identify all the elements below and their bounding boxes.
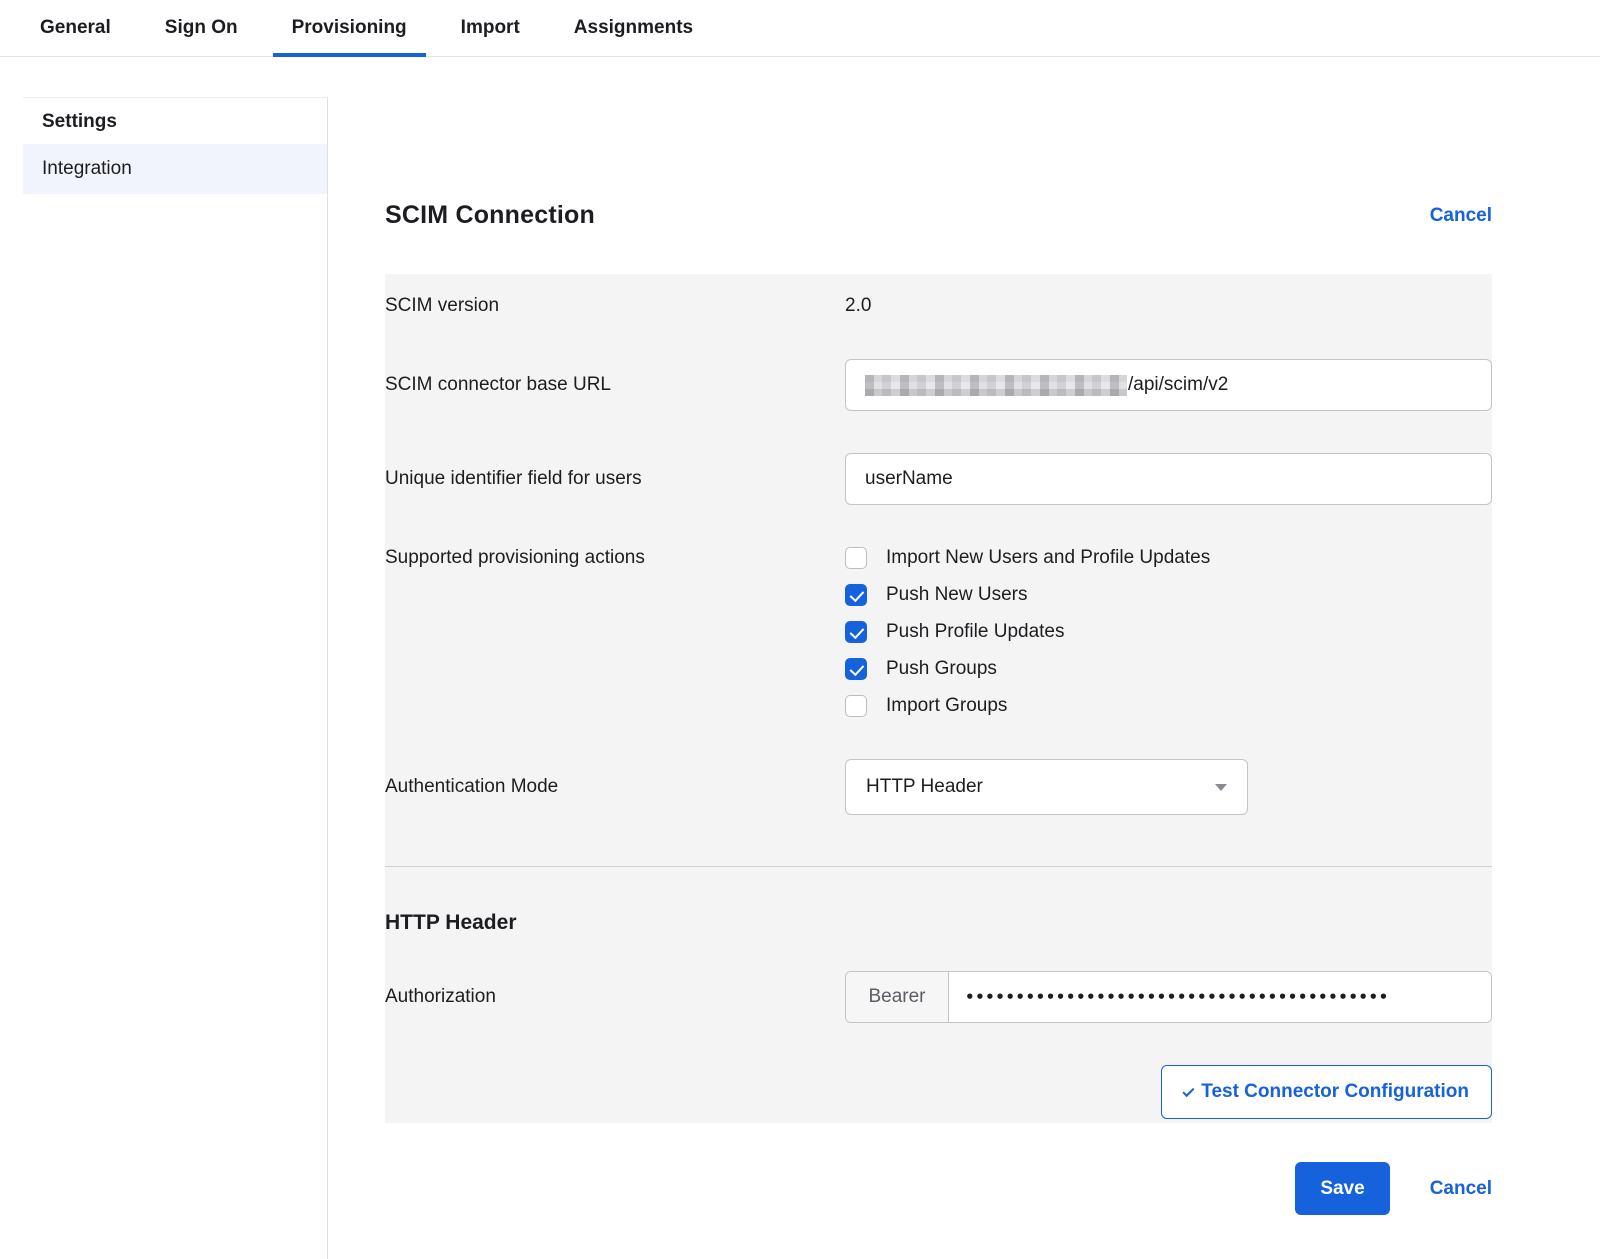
- content-area: Settings Integration SCIM Connection Can…: [0, 57, 1600, 1259]
- authentication-mode-select[interactable]: HTTP Header: [845, 759, 1248, 815]
- page-title: SCIM Connection: [385, 201, 595, 229]
- unique-identifier-label: Unique identifier field for users: [385, 468, 642, 489]
- bearer-prefix: Bearer: [846, 972, 949, 1022]
- scim-version-row: SCIM version 2.0: [385, 274, 1492, 338]
- authentication-mode-label: Authentication Mode: [385, 776, 559, 797]
- checkbox-label: Push Groups: [886, 658, 997, 679]
- check-icon: [1182, 1084, 1195, 1097]
- checkbox-import-groups[interactable]: Import Groups: [845, 695, 1492, 717]
- base-url-input[interactable]: /api/scim/v2: [845, 359, 1492, 411]
- authorization-token-input[interactable]: [949, 972, 1491, 1022]
- sidebar-heading: Settings: [42, 111, 117, 132]
- http-header-title: HTTP Header: [385, 911, 517, 934]
- authorization-label: Authorization: [385, 986, 496, 1007]
- test-connector-label: Test Connector Configuration: [1201, 1081, 1469, 1102]
- scim-connection-panel: SCIM version 2.0 SCIM connector base URL…: [385, 274, 1492, 1123]
- test-connector-button[interactable]: Test Connector Configuration: [1161, 1065, 1492, 1119]
- save-button[interactable]: Save: [1295, 1162, 1390, 1215]
- main-panel: SCIM Connection Cancel SCIM version 2.0 …: [328, 97, 1600, 1259]
- unique-identifier-row: Unique identifier field for users: [385, 432, 1492, 526]
- checkbox-label: Push Profile Updates: [886, 621, 1065, 642]
- checkbox-push-new-users[interactable]: Push New Users: [845, 584, 1492, 606]
- authorization-row: Authorization Bearer: [385, 947, 1492, 1044]
- provisioning-actions-list: Import New Users and Profile Updates Pus…: [845, 547, 1492, 717]
- authentication-mode-row: Authentication Mode HTTP Header: [385, 738, 1492, 836]
- provisioning-actions-row: Supported provisioning actions Import Ne…: [385, 526, 1492, 738]
- cancel-link-bottom[interactable]: Cancel: [1430, 1178, 1492, 1200]
- checkbox-import-new-users[interactable]: Import New Users and Profile Updates: [845, 547, 1492, 569]
- tab-sign-on[interactable]: Sign On: [146, 0, 257, 56]
- main-header: SCIM Connection Cancel: [385, 201, 1492, 230]
- checkbox-label: Push New Users: [886, 584, 1028, 605]
- sidebar: Settings Integration: [23, 97, 328, 1259]
- redacted-url-segment: [865, 374, 1127, 396]
- provisioning-actions-label: Supported provisioning actions: [385, 547, 645, 568]
- checkbox-icon: [845, 584, 867, 606]
- tab-provisioning[interactable]: Provisioning: [272, 0, 426, 57]
- app-tab-bar: General Sign On Provisioning Import Assi…: [0, 0, 1600, 57]
- checkbox-icon: [845, 547, 867, 569]
- checkbox-icon: [845, 695, 867, 717]
- http-header-section: HTTP Header Authorization Bearer Test Co…: [385, 866, 1492, 1121]
- base-url-suffix: /api/scim/v2: [1128, 374, 1229, 395]
- checkbox-label: Import Groups: [886, 695, 1008, 716]
- checkbox-push-groups[interactable]: Push Groups: [845, 658, 1492, 680]
- sidebar-item-integration[interactable]: Integration: [23, 144, 327, 194]
- chevron-down-icon: [1215, 783, 1227, 791]
- cancel-link-top[interactable]: Cancel: [1430, 205, 1492, 227]
- tab-assignments[interactable]: Assignments: [555, 0, 712, 56]
- base-url-row: SCIM connector base URL /api/scim/v2: [385, 338, 1492, 432]
- checkbox-label: Import New Users and Profile Updates: [886, 547, 1211, 568]
- scim-version-value: 2.0: [845, 295, 872, 316]
- checkbox-push-profile-updates[interactable]: Push Profile Updates: [845, 621, 1492, 643]
- checkbox-icon: [845, 621, 867, 643]
- tab-general[interactable]: General: [21, 0, 130, 56]
- tab-import[interactable]: Import: [442, 0, 539, 56]
- authorization-input-group: Bearer: [845, 971, 1492, 1023]
- scim-version-label: SCIM version: [385, 295, 500, 316]
- checkbox-icon: [845, 658, 867, 680]
- base-url-label: SCIM connector base URL: [385, 374, 611, 395]
- unique-identifier-input[interactable]: [845, 453, 1492, 505]
- form-footer: Save Cancel: [385, 1162, 1492, 1215]
- authentication-mode-value: HTTP Header: [866, 776, 983, 797]
- test-connector-row: Test Connector Configuration: [385, 1044, 1492, 1121]
